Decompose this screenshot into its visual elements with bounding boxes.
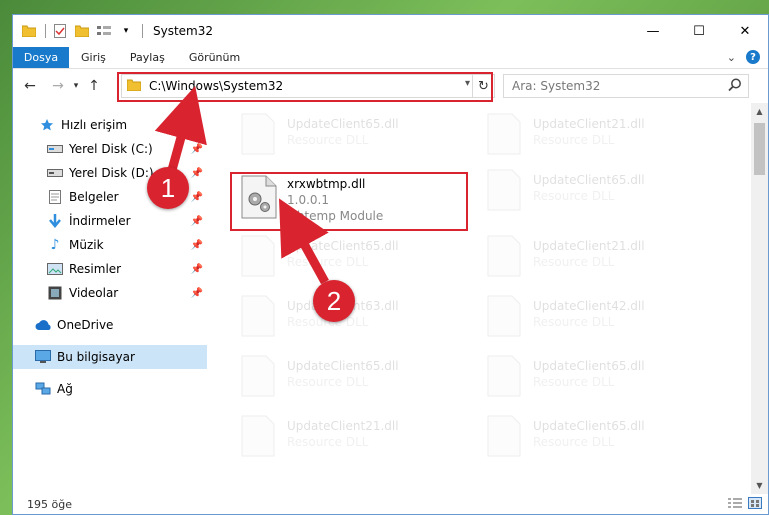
- step-1-badge: 1: [147, 167, 189, 209]
- step-2-badge: 2: [313, 280, 355, 322]
- arrow-1: [154, 85, 207, 172]
- arrow-2: [278, 198, 329, 285]
- annotation-arrows: [154, 85, 329, 285]
